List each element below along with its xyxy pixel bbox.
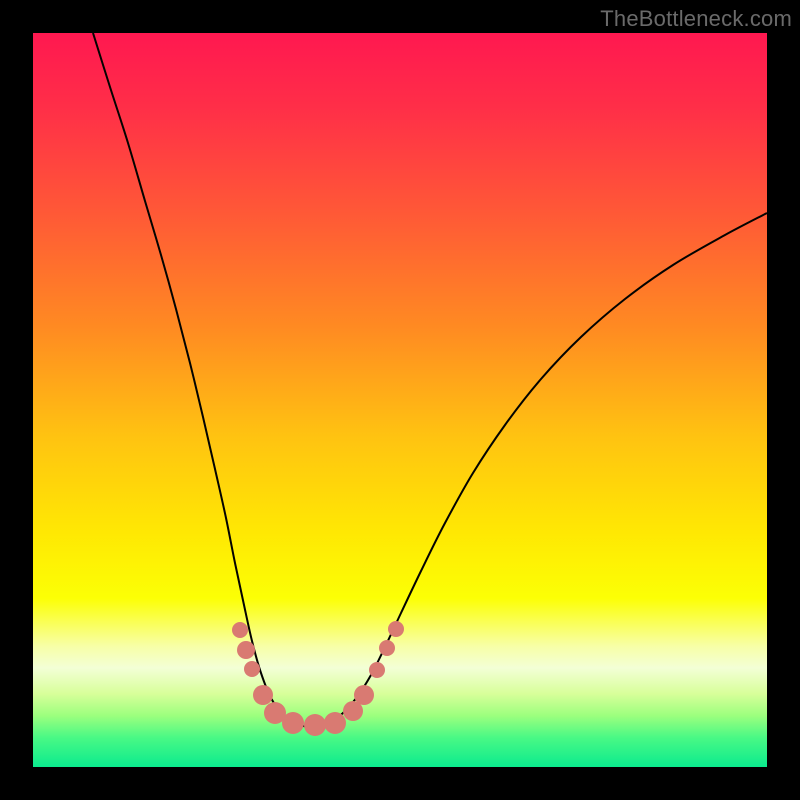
watermark-label: TheBottleneck.com [600,6,792,32]
curve-marker [304,714,326,736]
curve-marker [369,662,385,678]
curve-marker [379,640,395,656]
plot-area [33,33,767,767]
marker-group [232,621,404,736]
chart-frame: TheBottleneck.com [0,0,800,800]
curve-marker [282,712,304,734]
curve-marker [324,712,346,734]
curve-marker [354,685,374,705]
bottleneck-curve [33,33,767,767]
curve-marker [388,621,404,637]
curve-marker [253,685,273,705]
curve-marker [232,622,248,638]
curve-marker [244,661,260,677]
curve-marker [237,641,255,659]
